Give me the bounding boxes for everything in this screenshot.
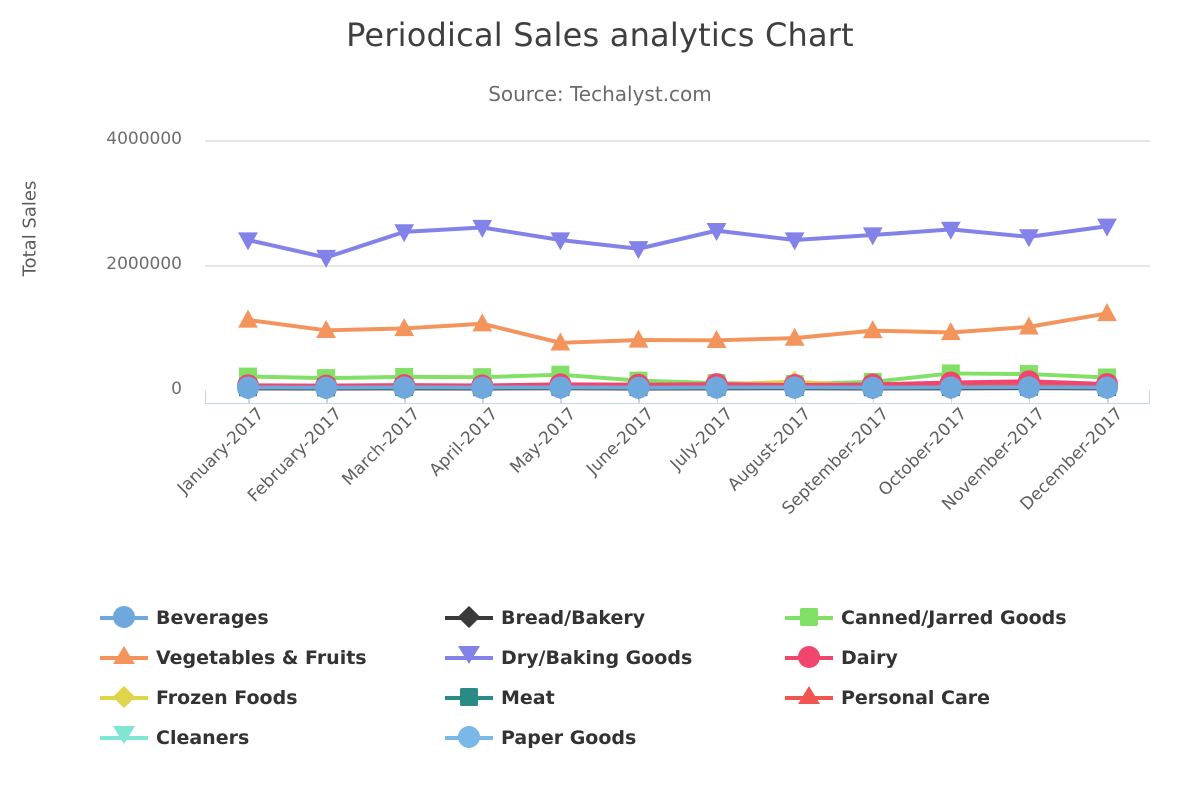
data-point-marker <box>705 376 728 399</box>
legend-marker-shape <box>799 607 819 627</box>
legend-item-beverages[interactable]: Beverages <box>100 598 445 638</box>
data-point-marker <box>628 241 649 260</box>
legend-item-meat[interactable]: Meat <box>445 678 785 718</box>
legend-item-cleaners[interactable]: Cleaners <box>100 718 445 758</box>
data-point-marker <box>627 376 650 399</box>
chart-legend: Beverages Bread/Bakery Canned/Jarred Goo… <box>100 598 1150 758</box>
legend-item-frozen-foods[interactable]: Frozen Foods <box>100 678 445 718</box>
data-point-marker <box>861 376 884 399</box>
series-line <box>247 224 1108 260</box>
bread-bakery-marker-icon <box>445 605 493 629</box>
meat-marker-icon <box>445 687 493 709</box>
legend-marker-shape <box>113 606 135 628</box>
data-point-marker <box>315 376 338 399</box>
legend-row: Cleaners Paper Goods <box>100 718 1150 758</box>
legend-item-bread-bakery[interactable]: Bread/Bakery <box>445 598 785 638</box>
legend-marker-shape <box>458 726 480 748</box>
legend-item-label: Bread/Bakery <box>501 607 646 629</box>
legend-marker-shape <box>798 646 820 668</box>
legend-item-label: Paper Goods <box>501 727 637 749</box>
vegetables-fruits-marker-icon <box>100 646 148 669</box>
legend-marker-shape <box>112 685 136 709</box>
legend-item-label: Canned/Jarred Goods <box>841 607 1067 629</box>
data-point-marker <box>1096 376 1118 399</box>
data-point-marker <box>393 376 416 399</box>
series-beverages <box>237 376 1118 399</box>
chart-page: Periodical Sales analytics Chart Source:… <box>0 0 1200 800</box>
legend-marker-shape <box>798 686 820 704</box>
legend-item-label: Dry/Baking Goods <box>501 647 693 669</box>
legend-item-paper-goods[interactable]: Paper Goods <box>445 718 785 758</box>
legend-marker-shape <box>113 646 135 664</box>
personal-care-marker-icon <box>785 686 833 709</box>
data-point-marker <box>783 376 806 399</box>
legend-item-label: Dairy <box>841 647 898 669</box>
data-point-marker <box>1097 303 1117 322</box>
legend-item-label: Personal Care <box>841 687 991 709</box>
beverages-marker-icon <box>100 606 148 629</box>
paper-goods-marker-icon <box>445 726 493 749</box>
legend-item-dairy[interactable]: Dairy <box>785 638 1125 678</box>
data-point-marker <box>316 249 336 268</box>
legend-marker-shape <box>459 687 479 707</box>
series-dry-baking-goods <box>238 218 1117 268</box>
frozen-foods-marker-icon <box>100 685 148 709</box>
legend-item-label: Frozen Foods <box>156 687 298 709</box>
data-point-marker <box>549 376 572 399</box>
dry-baking-goods-marker-icon <box>445 646 493 669</box>
legend-marker-shape <box>457 605 481 629</box>
legend-item-label: Meat <box>501 687 555 709</box>
data-point-marker <box>237 376 259 399</box>
legend-item-empty <box>785 718 1125 758</box>
cleaners-marker-icon <box>100 726 148 749</box>
legend-item-personal-care[interactable]: Personal Care <box>785 678 1125 718</box>
series-line <box>247 311 1108 345</box>
legend-item-canned-jarred-goods[interactable]: Canned/Jarred Goods <box>785 598 1125 638</box>
data-point-marker <box>939 376 962 399</box>
dairy-marker-icon <box>785 646 833 669</box>
data-point-marker <box>1017 376 1040 399</box>
legend-row: Vegetables & Fruits Dry/Baking Goods Dai… <box>100 638 1150 678</box>
legend-item-vegetables-fruits[interactable]: Vegetables & Fruits <box>100 638 445 678</box>
data-point-marker <box>238 309 258 328</box>
legend-row: Beverages Bread/Bakery Canned/Jarred Goo… <box>100 598 1150 638</box>
legend-item-label: Cleaners <box>156 727 250 749</box>
legend-item-label: Vegetables & Fruits <box>156 647 367 669</box>
legend-item-dry-baking-goods[interactable]: Dry/Baking Goods <box>445 638 785 678</box>
legend-item-label: Beverages <box>156 607 269 629</box>
legend-row: Frozen Foods Meat Personal Care <box>100 678 1150 718</box>
series-vegetables-fruits <box>238 303 1117 351</box>
data-point-marker <box>471 376 494 399</box>
canned-jarred-goods-marker-icon <box>785 607 833 629</box>
legend-marker-shape <box>113 726 135 744</box>
legend-marker-shape <box>458 646 480 664</box>
data-point-marker <box>1019 229 1039 248</box>
